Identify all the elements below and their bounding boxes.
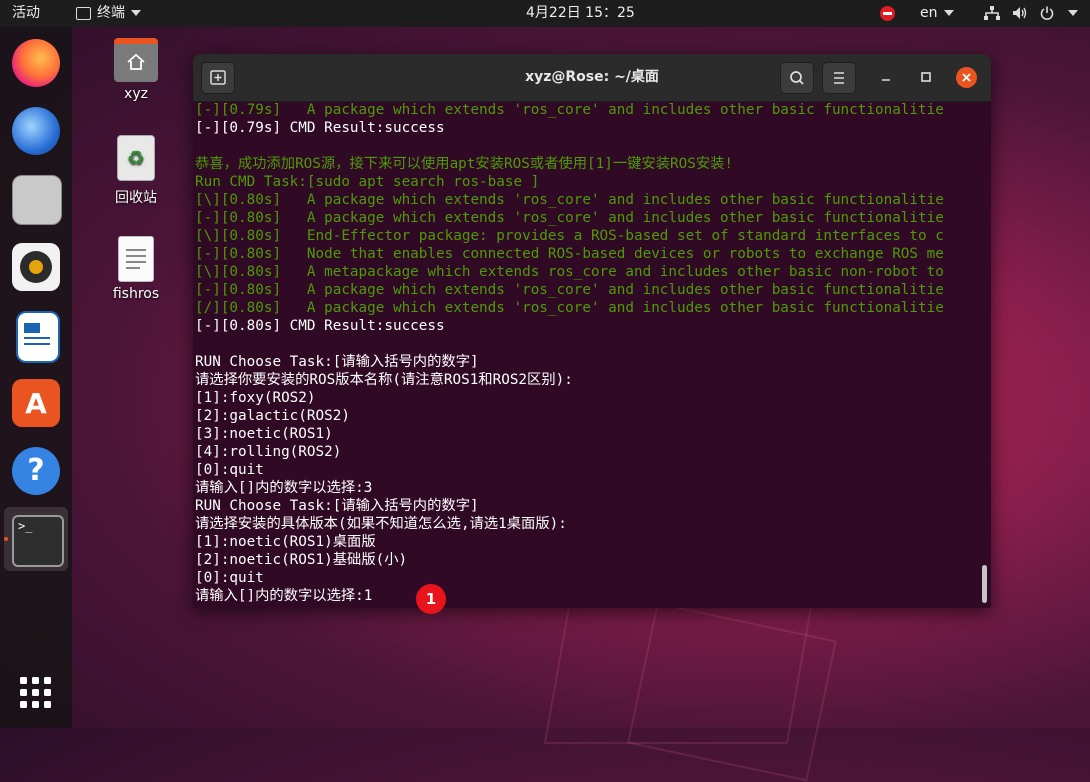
terminal-line: [3]:noetic(ROS1): [195, 426, 333, 442]
terminal-line: [1]:foxy(ROS2): [195, 390, 316, 406]
chevron-down-icon: [131, 10, 141, 16]
maximize-button[interactable]: [917, 68, 935, 86]
app-menu-label: 终端: [97, 5, 125, 21]
terminal-line: [-][0.79s] CMD Result:success: [195, 120, 445, 136]
terminal-line: [\][0.80s] A package which extends 'ros_…: [195, 192, 944, 208]
close-icon: [962, 73, 971, 82]
step-badge: 1: [416, 584, 446, 614]
terminal-line: [-][0.80s] A package which extends 'ros_…: [195, 282, 944, 298]
running-indicator: [4, 537, 8, 541]
terminal-line: 请选择安装的具体版本(如果不知道怎么选,请选1桌面版):: [195, 516, 567, 532]
terminal-window[interactable]: xyz@Rose: ~/桌面 [-][0.79s] A package whic…: [193, 54, 991, 608]
minimize-button[interactable]: [877, 68, 895, 86]
new-tab-button[interactable]: [201, 62, 235, 94]
terminal-line: [1]:noetic(ROS1)桌面版: [195, 534, 376, 550]
dock: A ? >_: [0, 27, 72, 728]
app-menu[interactable]: 终端: [76, 0, 141, 27]
terminal-line: RUN Choose Task:[请输入括号内的数字]: [195, 498, 479, 514]
rhythmbox-icon[interactable]: [12, 243, 60, 291]
terminal-line: [-][0.80s] Node that enables connected R…: [195, 246, 944, 262]
window-title: xyz@Rose: ~/桌面: [525, 69, 659, 85]
terminal-line: 恭喜，成功添加ROS源，接下来可以使用apt安装ROS或者使用[1]一键安装RO…: [195, 156, 734, 172]
terminal-line: RUN Choose Task:[请输入括号内的数字]: [195, 354, 479, 370]
terminal-line: [-][0.80s] CMD Result:success: [195, 318, 445, 334]
terminal-line: [2]:galactic(ROS2): [195, 408, 350, 424]
terminal-line: [4]:rolling(ROS2): [195, 444, 342, 460]
do-not-disturb-icon[interactable]: [880, 0, 895, 27]
clock[interactable]: 4月22日 15：25: [526, 0, 635, 27]
show-applications-icon[interactable]: [20, 677, 52, 709]
trash-icon: ♻: [117, 135, 155, 181]
close-button[interactable]: [956, 67, 977, 88]
terminal-line: Run CMD Task:[sudo apt search ros-base ]: [195, 174, 540, 190]
desktop-icon-home[interactable]: xyz: [96, 38, 176, 102]
search-button[interactable]: [780, 62, 814, 94]
thunderbird-icon[interactable]: [12, 107, 60, 155]
terminal-line: [0]:quit: [195, 570, 264, 586]
hamburger-menu-button[interactable]: [822, 62, 856, 94]
terminal-line: [\][0.80s] End-Effector package: provide…: [195, 228, 944, 244]
terminal-line: [\][0.80s] A metapackage which extends r…: [195, 264, 944, 280]
terminal-line: [/][0.80s] A package which extends 'ros_…: [195, 300, 944, 316]
terminal-icon[interactable]: >_: [12, 515, 64, 567]
desktop-icon-trash[interactable]: ♻ 回收站: [96, 135, 176, 207]
system-menu[interactable]: [1062, 0, 1078, 27]
network-icon[interactable]: [984, 0, 1000, 27]
activities-button[interactable]: 活动: [12, 0, 40, 27]
language-selector[interactable]: en: [920, 0, 954, 27]
desktop-icon-fishros[interactable]: fishros: [96, 236, 176, 302]
firefox-icon[interactable]: [12, 39, 60, 87]
software-center-icon[interactable]: A: [12, 379, 60, 427]
terminal-line: 请选择你要安装的ROS版本名称(请注意ROS1和ROS2区别):: [195, 372, 573, 388]
minimize-icon: [882, 79, 890, 81]
terminal-small-icon: [76, 6, 91, 20]
libreoffice-writer-icon[interactable]: [16, 311, 60, 363]
terminal-header-bar[interactable]: xyz@Rose: ~/桌面: [193, 54, 991, 102]
power-icon[interactable]: [1040, 0, 1054, 27]
menu-icon: [834, 72, 844, 84]
home-folder-icon: [114, 38, 158, 82]
desktop-icon-label: 回收站: [115, 190, 157, 206]
terminal-line: [-][0.80s] A package which extends 'ros_…: [195, 210, 944, 226]
terminal-line: [0]:quit: [195, 462, 264, 478]
terminal-line: [2]:noetic(ROS1)基础版(小): [195, 552, 408, 568]
chevron-down-icon: [1068, 10, 1078, 16]
desktop-icon-label: xyz: [124, 86, 148, 102]
chevron-down-icon: [943, 10, 954, 16]
language-label: en: [920, 5, 938, 21]
terminal-output[interactable]: [-][0.79s] A package which extends 'ros_…: [193, 101, 977, 608]
help-icon[interactable]: ?: [12, 447, 60, 495]
terminal-line: [-][0.79s] A package which extends 'ros_…: [195, 102, 944, 118]
search-icon: [790, 71, 804, 85]
maximize-icon: [921, 72, 931, 82]
top-bar: 活动 终端 4月22日 15：25 en: [0, 0, 1090, 27]
text-file-icon: [118, 236, 154, 282]
volume-icon[interactable]: [1012, 0, 1028, 27]
terminal-line: 请输入[]内的数字以选择:1: [195, 588, 373, 604]
terminal-line: 请输入[]内的数字以选择:3: [195, 480, 373, 496]
desktop-icon-label: fishros: [112, 286, 160, 302]
scrollbar-thumb[interactable]: [982, 565, 987, 603]
files-icon[interactable]: [12, 175, 62, 225]
